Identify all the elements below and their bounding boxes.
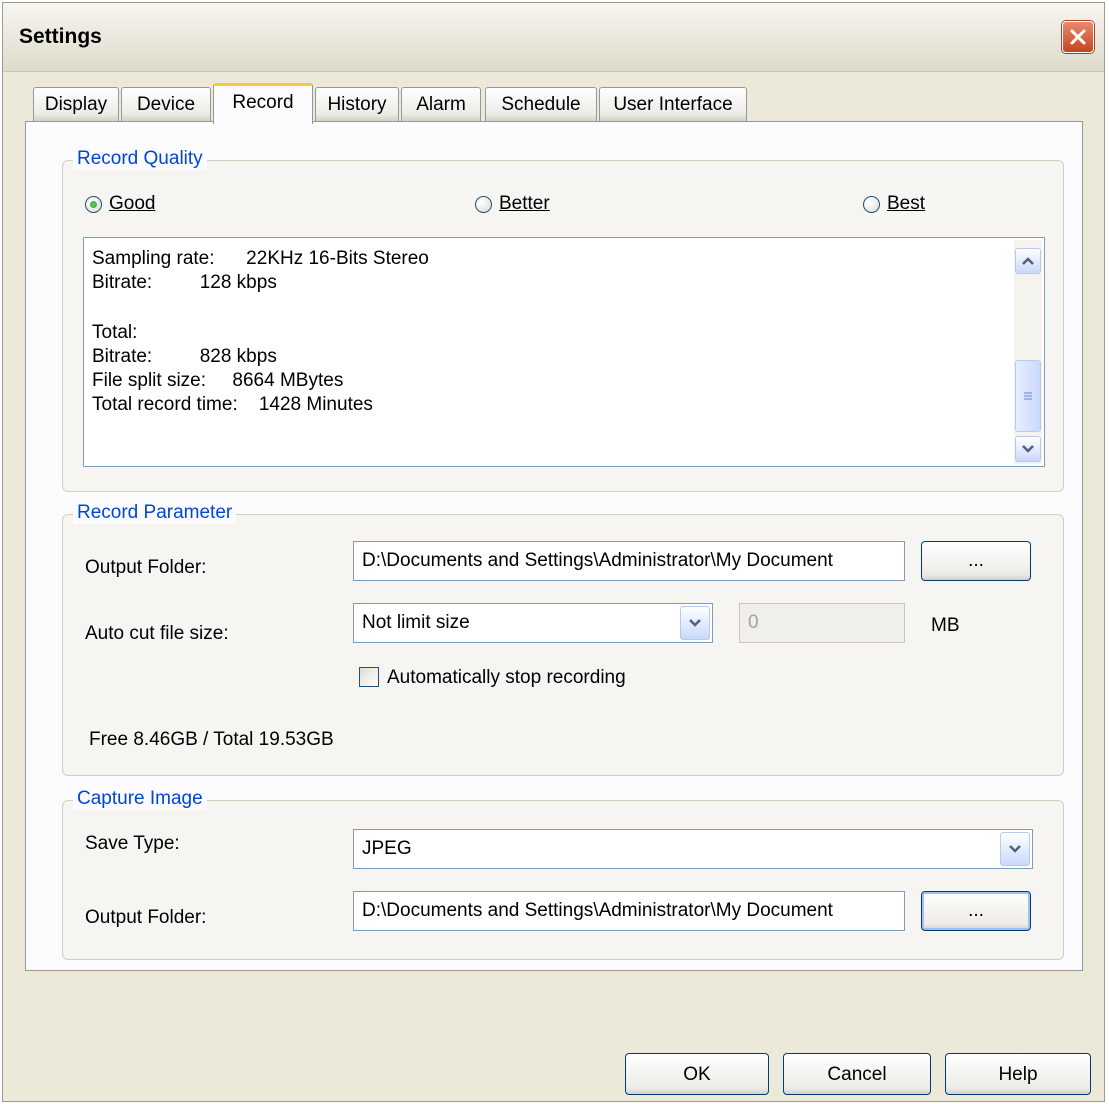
size-limit-field[interactable]: 0	[739, 603, 905, 643]
scroll-down-button[interactable]	[1015, 436, 1041, 462]
radio-good-indicator[interactable]	[85, 195, 102, 213]
chevron-down-icon	[1022, 445, 1034, 453]
record-quality-legend: Record Quality	[73, 148, 207, 170]
capture-browse-button[interactable]: ...	[921, 891, 1031, 931]
output-folder-label: Output Folder:	[85, 557, 207, 578]
record-parameter-group: Record Parameter Output Folder: D:\Docum…	[62, 502, 1064, 776]
record-output-folder-field[interactable]: D:\Documents and Settings\Administrator\…	[353, 541, 905, 581]
record-quality-group: Record Quality Good Better Best Sampling…	[62, 148, 1064, 492]
help-button[interactable]: Help	[945, 1053, 1091, 1095]
radio-best[interactable]: Best	[863, 193, 925, 215]
scroll-up-button[interactable]	[1015, 248, 1041, 274]
capture-image-group: Capture Image Save Type: JPEG Output Fol…	[62, 788, 1064, 960]
tab-history[interactable]: History	[315, 87, 399, 121]
auto-stop-label[interactable]: Automatically stop recording	[387, 667, 626, 689]
radio-good-label: Good	[109, 193, 156, 214]
auto-cut-dropdown-arrow[interactable]	[680, 606, 710, 640]
tab-alarm[interactable]: Alarm	[401, 87, 481, 121]
record-browse-button[interactable]: ...	[921, 541, 1031, 581]
quality-info-box[interactable]: Sampling rate: 22KHz 16-Bits Stereo Bitr…	[83, 237, 1045, 467]
info-line: Total:	[92, 322, 138, 343]
tab-user-interface[interactable]: User Interface	[599, 87, 747, 121]
record-parameter-legend: Record Parameter	[73, 502, 237, 524]
info-line: Bitrate: 828 kbps	[92, 346, 277, 367]
chevron-down-icon	[1009, 845, 1021, 853]
radio-better[interactable]: Better	[475, 193, 550, 215]
title-bar[interactable]: Settings	[3, 3, 1104, 72]
close-icon	[1070, 29, 1086, 45]
tab-display[interactable]: Display	[33, 87, 119, 121]
radio-good[interactable]: Good	[85, 193, 155, 215]
radio-best-indicator[interactable]	[863, 195, 880, 213]
auto-cut-label: Auto cut file size:	[85, 623, 229, 644]
auto-stop-checkbox[interactable]	[359, 667, 379, 687]
info-line: Total record time: 1428 Minutes	[92, 394, 373, 415]
close-button[interactable]	[1062, 21, 1094, 53]
capture-image-legend: Capture Image	[73, 788, 207, 810]
record-tab-panel: Record Quality Good Better Best Sampling…	[25, 121, 1083, 971]
ok-button[interactable]: OK	[625, 1053, 769, 1095]
info-line: Bitrate: 128 kbps	[92, 272, 277, 293]
size-unit-label: MB	[931, 615, 960, 636]
chevron-down-icon	[689, 619, 701, 627]
save-type-dropdown[interactable]: JPEG	[353, 829, 1033, 869]
capture-output-folder-label: Output Folder:	[85, 907, 207, 928]
radio-better-indicator[interactable]	[475, 195, 492, 213]
grip-icon	[1024, 392, 1032, 400]
auto-cut-dropdown[interactable]: Not limit size	[353, 603, 713, 643]
settings-dialog: Settings Display Device Record History A…	[2, 2, 1105, 1102]
chevron-up-icon	[1022, 257, 1034, 265]
tab-record[interactable]: Record	[213, 83, 313, 124]
free-space-text: Free 8.46GB / Total 19.53GB	[89, 729, 334, 750]
info-line: Sampling rate: 22KHz 16-Bits Stereo	[92, 248, 429, 269]
scroll-thumb[interactable]	[1015, 360, 1041, 432]
cancel-button[interactable]: Cancel	[783, 1053, 931, 1095]
radio-best-label: Best	[887, 193, 926, 214]
info-scrollbar[interactable]	[1014, 240, 1042, 464]
auto-cut-value: Not limit size	[362, 612, 470, 633]
info-line: File split size: 8664 MBytes	[92, 370, 344, 391]
tab-device[interactable]: Device	[121, 87, 211, 121]
capture-output-folder-field[interactable]: D:\Documents and Settings\Administrator\…	[353, 891, 905, 931]
save-type-dropdown-arrow[interactable]	[1000, 832, 1030, 866]
window-title: Settings	[19, 25, 102, 48]
tab-schedule[interactable]: Schedule	[485, 87, 597, 121]
save-type-label: Save Type:	[85, 833, 180, 854]
radio-better-label: Better	[499, 193, 550, 214]
save-type-value: JPEG	[362, 838, 412, 859]
